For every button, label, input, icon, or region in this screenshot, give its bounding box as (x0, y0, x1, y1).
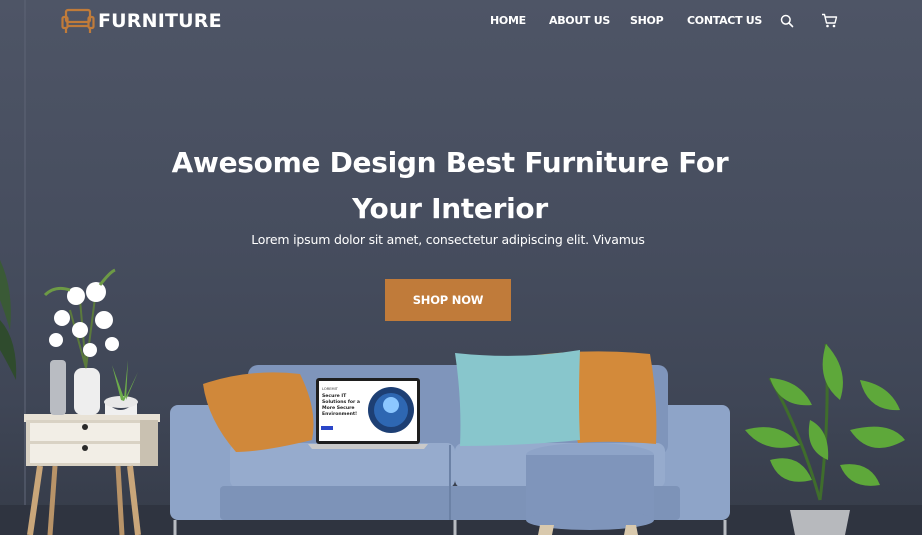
shop-now-button[interactable]: SHOP NOW (385, 279, 511, 321)
search-icon[interactable] (780, 13, 794, 32)
hero-section: LOREMIT Secure IT Solutions for a More S… (0, 0, 922, 535)
laptop-screen-heading-1: Secure IT (322, 393, 347, 399)
cart-icon[interactable] (821, 13, 838, 32)
laptop-screen-brand: LOREMIT (322, 387, 339, 391)
hero-subtitle: Lorem ipsum dolor sit amet, consectetur … (251, 232, 645, 247)
nav-shop-link[interactable]: SHOP (630, 14, 664, 27)
laptop-screen-heading-3: More Secure (322, 405, 355, 411)
hero-title-line-1: Awesome Design Best Furniture For (171, 146, 729, 179)
hero-title-line-2: Your Interior (352, 192, 548, 225)
laptop-screen-heading-4: Environment! (322, 411, 357, 417)
brand-name: FURNITURE (98, 10, 222, 32)
nav-about-link[interactable]: ABOUT US (549, 14, 610, 27)
nav-home-link[interactable]: HOME (490, 14, 526, 27)
nav-contact-link[interactable]: CONTACT US (687, 14, 762, 27)
laptop: LOREMIT Secure IT Solutions for a More S… (308, 378, 428, 449)
sofa-icon (61, 8, 95, 33)
brand-logo[interactable]: FURNITURE (61, 8, 222, 34)
hero-title: Awesome Design Best Furniture For Your I… (150, 140, 750, 232)
laptop-screen-heading-2: Solutions for a (322, 399, 360, 405)
